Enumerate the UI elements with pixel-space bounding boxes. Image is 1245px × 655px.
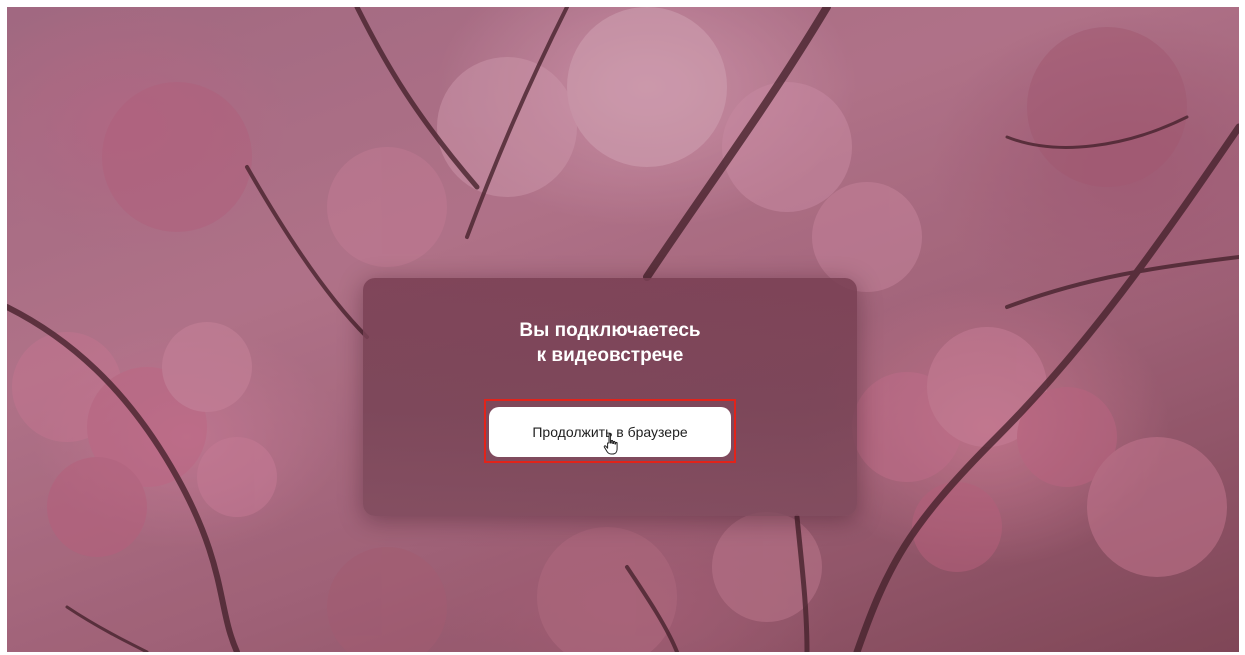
join-meeting-dialog: Вы подключаетесь к видеовстрече Продолжи… (363, 278, 857, 516)
dialog-title: Вы подключаетесь к видеовстрече (519, 320, 701, 366)
hand-pointer-icon (603, 433, 618, 455)
background-photo: Вы подключаетесь к видеовстрече Продолжи… (7, 7, 1239, 652)
